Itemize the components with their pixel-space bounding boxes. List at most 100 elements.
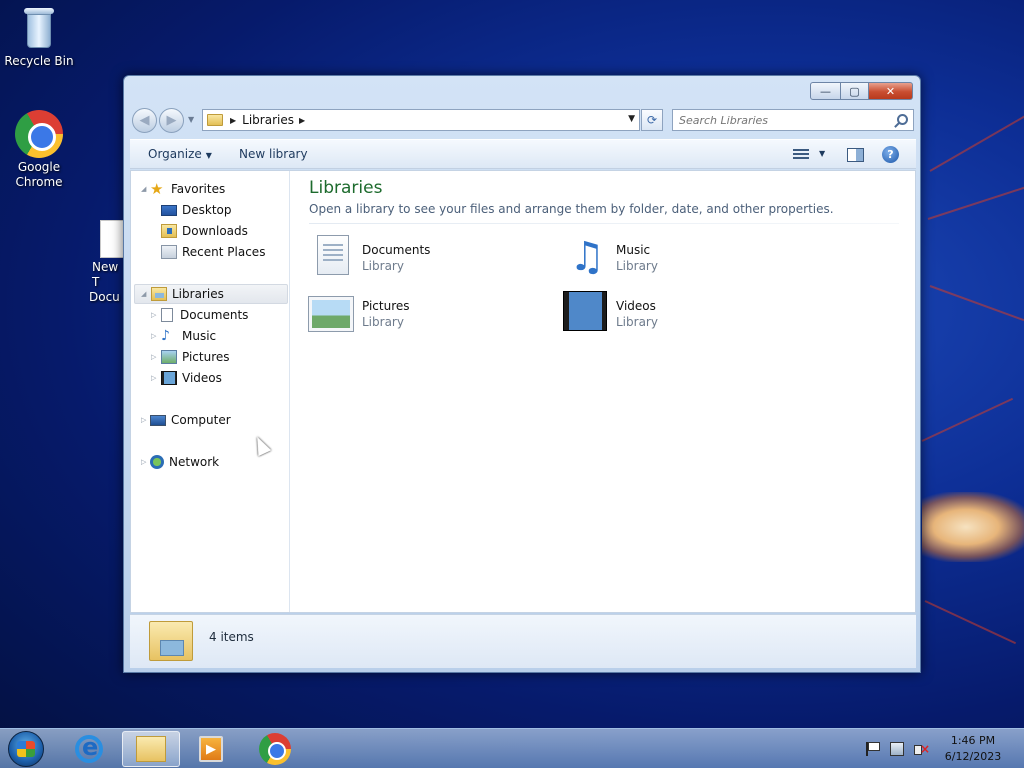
library-type: Library <box>362 259 404 273</box>
address-bar[interactable]: ▶ Libraries ▶ ▼ <box>202 109 640 131</box>
wallpaper-streak <box>924 600 1017 645</box>
maximize-icon: ▢ <box>849 84 860 98</box>
nav-item-label: Music <box>182 329 217 343</box>
expand-arrow-icon[interactable]: ▷ <box>151 332 156 340</box>
breadcrumb-chevron-icon[interactable]: ▶ <box>230 116 236 125</box>
page-title: Libraries <box>309 178 383 198</box>
library-item-pictures[interactable]: Pictures Library <box>308 287 549 339</box>
text-document-icon <box>100 220 124 258</box>
taskbar-google-chrome[interactable] <box>246 731 304 767</box>
search-icon[interactable] <box>897 114 908 125</box>
nav-item-documents[interactable]: ▷ Documents <box>151 305 286 325</box>
desktop-icon <box>161 204 177 216</box>
clock-date: 6/12/2023 <box>944 750 1002 763</box>
desktop-icon-label: Recycle Bin <box>4 54 74 68</box>
chrome-icon <box>259 733 291 765</box>
command-bar: Organize ▼ New library ▼ ? <box>130 139 916 169</box>
recycle-bin-icon <box>20 6 58 52</box>
back-button[interactable]: ◀ <box>132 108 157 133</box>
recent-places-icon <box>161 245 177 259</box>
wallpaper-streak <box>921 397 1014 442</box>
taskbar: ▶ 1:46 PM 6/12/2023 <box>0 728 1024 768</box>
search-input[interactable] <box>673 113 883 127</box>
action-center-flag-icon[interactable] <box>866 742 880 756</box>
volume-muted-icon[interactable] <box>914 742 930 756</box>
desktop-icon-recycle-bin[interactable]: Recycle Bin <box>1 6 77 69</box>
nav-item-desktop[interactable]: Desktop <box>161 200 286 220</box>
desktop-icon-new-text-document[interactable]: New T Docu <box>85 220 125 305</box>
library-type: Library <box>362 315 404 329</box>
library-item-documents[interactable]: Documents Library <box>309 231 549 283</box>
forward-arrow-icon: ▶ <box>166 113 177 128</box>
nav-item-computer[interactable]: ▷ Computer <box>141 410 286 430</box>
organize-button[interactable]: Organize ▼ <box>148 147 212 161</box>
close-button[interactable]: ✕ <box>869 82 913 100</box>
refresh-icon: ⟳ <box>646 113 658 127</box>
libraries-folder-icon <box>207 114 223 126</box>
nav-item-recent-places[interactable]: Recent Places <box>161 242 286 262</box>
expand-arrow-icon[interactable]: ▷ <box>151 353 156 361</box>
page-subtitle: Open a library to see your files and arr… <box>309 202 834 216</box>
nav-item-label: Computer <box>171 413 231 427</box>
expand-arrow-icon[interactable]: ▷ <box>141 458 146 466</box>
desktop-icon-label-line1: New T <box>92 260 119 289</box>
wallpaper-streak <box>929 115 1024 172</box>
minimize-button[interactable]: — <box>810 82 841 100</box>
libraries-folder-icon <box>149 621 193 661</box>
chrome-icon <box>15 110 63 158</box>
forward-button[interactable]: ▶ <box>159 108 184 133</box>
desktop-icon-google-chrome[interactable]: Google Chrome <box>1 110 77 190</box>
collapse-arrow-icon[interactable]: ◢ <box>141 185 146 193</box>
wallpaper-jellyfish <box>922 492 1024 562</box>
nav-item-label: Videos <box>182 371 222 385</box>
network-status-icon[interactable] <box>890 742 904 756</box>
caption-buttons: — ▢ ✕ <box>810 82 913 100</box>
preview-pane-icon[interactable] <box>847 148 864 162</box>
item-count: 4 items <box>209 630 254 644</box>
taskbar-internet-explorer[interactable] <box>60 731 118 767</box>
minimize-icon: — <box>820 84 831 98</box>
organize-label: Organize <box>148 147 202 161</box>
maximize-button[interactable]: ▢ <box>841 82 869 100</box>
view-options-chevron-icon[interactable]: ▼ <box>819 149 825 158</box>
navigation-pane: ◢ ★ Favorites Desktop Downloads Recent P… <box>131 171 290 612</box>
address-dropdown-icon[interactable]: ▼ <box>628 114 635 124</box>
nav-item-videos[interactable]: ▷ Videos <box>151 368 286 388</box>
nav-item-downloads[interactable]: Downloads <box>161 221 286 241</box>
nav-item-favorites[interactable]: ◢ ★ Favorites <box>141 179 286 199</box>
nav-item-pictures[interactable]: ▷ Pictures <box>151 347 286 367</box>
music-icon: ♪ <box>161 328 170 344</box>
back-arrow-icon: ◀ <box>139 113 150 128</box>
recent-pages-dropdown[interactable]: ▼ <box>188 115 194 124</box>
library-type: Library <box>616 259 658 273</box>
taskbar-windows-media-player[interactable]: ▶ <box>182 731 240 767</box>
wallpaper-streak <box>927 184 1024 220</box>
change-view-icon[interactable] <box>793 149 809 161</box>
nav-item-music[interactable]: ▷ ♪ Music <box>151 326 286 346</box>
explorer-window: — ▢ ✕ ◀ ▶ ▼ ▶ Libraries ▶ ▼ ⟳ Organize▼ … <box>123 75 921 673</box>
downloads-icon <box>161 224 177 238</box>
breadcrumb-libraries[interactable]: Libraries <box>242 113 294 127</box>
pictures-icon <box>161 350 177 364</box>
new-library-button[interactable]: New library <box>239 147 308 161</box>
nav-item-label: Downloads <box>182 224 248 238</box>
videos-library-icon <box>563 291 607 331</box>
pictures-library-icon <box>308 296 354 332</box>
start-button[interactable] <box>8 731 44 767</box>
help-icon[interactable]: ? <box>882 146 899 163</box>
expand-arrow-icon[interactable]: ▷ <box>151 311 156 319</box>
expand-arrow-icon[interactable]: ▷ <box>151 374 156 382</box>
expand-arrow-icon[interactable]: ▷ <box>141 416 146 424</box>
content-area: ◢ ★ Favorites Desktop Downloads Recent P… <box>130 170 916 613</box>
system-clock[interactable]: 1:46 PM 6/12/2023 <box>940 733 1006 765</box>
library-item-music[interactable]: ♫ Music Library <box>563 231 803 283</box>
breadcrumb-chevron-icon[interactable]: ▶ <box>299 116 305 125</box>
taskbar-windows-explorer[interactable] <box>122 731 180 767</box>
nav-item-libraries[interactable]: ◢ Libraries <box>134 284 288 304</box>
library-item-videos[interactable]: Videos Library <box>563 287 803 339</box>
refresh-button[interactable]: ⟳ <box>641 109 663 131</box>
nav-item-network[interactable]: ▷ Network <box>141 452 286 472</box>
internet-explorer-icon <box>75 733 103 763</box>
collapse-arrow-icon[interactable]: ◢ <box>141 290 146 298</box>
search-box[interactable] <box>672 109 914 131</box>
